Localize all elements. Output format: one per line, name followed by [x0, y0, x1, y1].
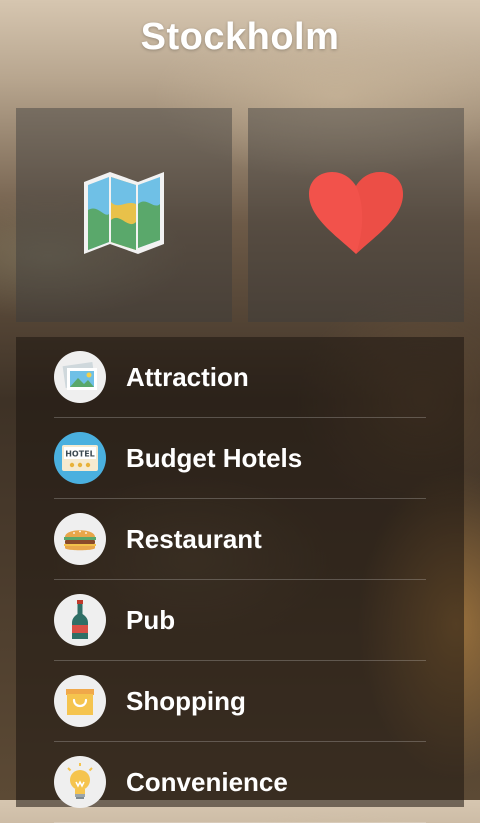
hotel-sign-icon: HOTEL [54, 432, 106, 484]
menu-item-pub[interactable]: Pub [54, 580, 426, 661]
favorites-tile-button[interactable] [248, 108, 464, 322]
menu-item-label: Pub [126, 604, 176, 635]
menu-item-restaurant[interactable]: Restaurant [54, 499, 426, 580]
menu-item-label: Budget Hotels [126, 442, 303, 473]
map-tile-button[interactable] [16, 108, 232, 322]
menu-item-budget-hotels[interactable]: HOTEL Budget Hotels [54, 418, 426, 499]
lightbulb-icon [54, 756, 106, 808]
picture-icon [54, 351, 106, 403]
hotel-sign-text: HOTEL [65, 450, 95, 459]
heart-icon [307, 170, 405, 261]
category-menu: Attraction HOTEL Budget Hotels Restauran… [16, 337, 464, 823]
menu-item-attraction[interactable]: Attraction [54, 337, 426, 418]
burger-icon [54, 513, 106, 565]
wine-bottle-icon [54, 594, 106, 646]
menu-item-label: Shopping [126, 685, 246, 716]
map-icon [82, 170, 166, 261]
shopping-bag-icon [54, 675, 106, 727]
menu-item-convenience[interactable]: Convenience [54, 742, 426, 823]
page-title: Stockholm [140, 16, 340, 58]
menu-item-label: Convenience [126, 766, 288, 797]
menu-item-label: Restaurant [126, 523, 262, 554]
menu-item-shopping[interactable]: Shopping [54, 661, 426, 742]
menu-item-label: Attraction [126, 361, 249, 392]
